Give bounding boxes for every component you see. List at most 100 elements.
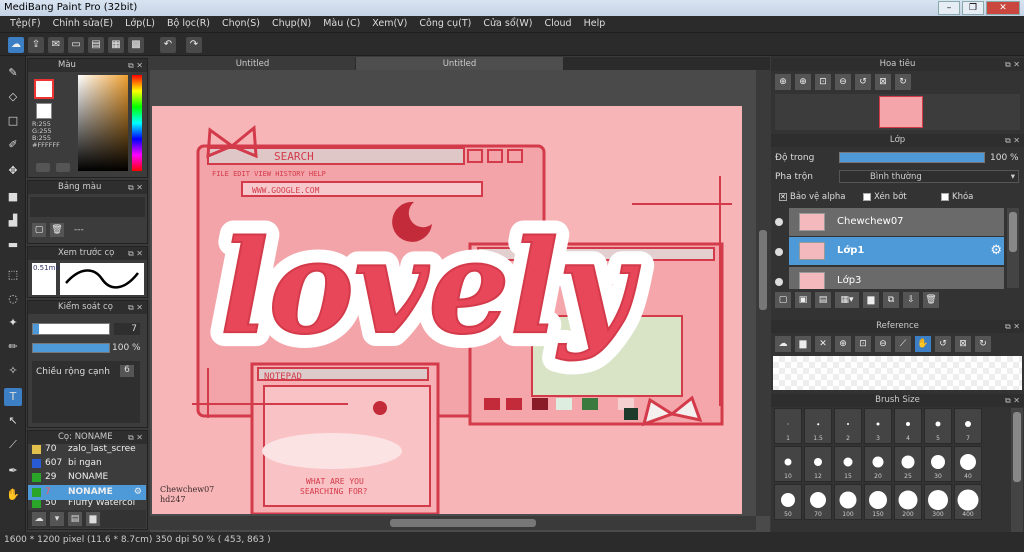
expand-icon[interactable]: ⧉ ✕ xyxy=(1005,394,1020,407)
menu-window[interactable]: Cửa sổ(W) xyxy=(477,16,538,32)
brush-size-value[interactable]: 7 xyxy=(114,323,140,335)
hue-slider[interactable] xyxy=(132,75,142,171)
protect-alpha-checkbox[interactable]: ✕ Bảo vệ alpha xyxy=(779,192,845,202)
brush-size-cell[interactable]: 70 xyxy=(804,484,832,520)
select-eraser-icon[interactable]: ✧ xyxy=(4,362,22,380)
fit-icon[interactable]: ⊡ xyxy=(855,336,871,352)
eye-icon[interactable] xyxy=(775,248,783,256)
folder-open-icon[interactable]: ▆ xyxy=(795,336,811,352)
clipping-checkbox[interactable]: Xén bớt xyxy=(863,192,907,202)
brush-size-cell[interactable]: 5 xyxy=(924,408,952,444)
gear-icon[interactable]: ⚙ xyxy=(990,243,1002,258)
zoom-icon[interactable]: ⊕ xyxy=(775,74,791,90)
brush-size-cell[interactable]: 200 xyxy=(894,484,922,520)
delete-palette-icon[interactable]: 🗑 xyxy=(50,223,64,237)
folder-icon[interactable]: ▆ xyxy=(86,512,100,526)
expand-icon[interactable]: ⧉ ✕ xyxy=(128,181,143,194)
foreground-swatch[interactable] xyxy=(34,79,54,99)
layer-row[interactable]: Lớp3 xyxy=(789,267,1004,289)
brush-size-cell[interactable]: 2 xyxy=(834,408,862,444)
pen-icon[interactable]: ✒ xyxy=(4,462,22,480)
select-pen-icon[interactable]: ✐ xyxy=(4,136,22,154)
zoom-out-icon[interactable]: ⊖ xyxy=(875,336,891,352)
brush-size-slider[interactable] xyxy=(32,323,110,335)
reset-icon[interactable]: ⊠ xyxy=(875,74,891,90)
background-swatch[interactable] xyxy=(36,103,52,119)
menu-select[interactable]: Chọn(S) xyxy=(216,16,266,32)
copy-brush-icon[interactable]: ▤ xyxy=(68,512,82,526)
delete-layer-icon[interactable]: 🗑 xyxy=(923,292,939,308)
brush-size-cell[interactable]: 40 xyxy=(954,446,982,482)
rotate-right-icon[interactable]: ↻ xyxy=(975,336,991,352)
menu-help[interactable]: Help xyxy=(578,16,612,32)
menu-file[interactable]: Tệp(F) xyxy=(4,16,47,32)
select-brush-icon[interactable]: ✏ xyxy=(4,338,22,356)
lasso-icon[interactable]: ◌ xyxy=(4,290,22,308)
brush-size-cell[interactable]: 150 xyxy=(864,484,892,520)
minimize-button[interactable]: – xyxy=(938,1,960,15)
layer-scrollbar[interactable] xyxy=(1007,208,1019,288)
brush-size-cell[interactable]: 3 xyxy=(864,408,892,444)
expand-icon[interactable]: ⧉ ✕ xyxy=(128,59,143,72)
rect-icon[interactable]: □ xyxy=(4,112,22,130)
menu-color[interactable]: Màu (C) xyxy=(317,16,366,32)
brush-size-cell[interactable]: 50 xyxy=(774,484,802,520)
move-icon[interactable]: ✥ xyxy=(4,162,22,180)
saturation-square[interactable] xyxy=(78,75,128,171)
brush-list-item[interactable]: 29 NONAME xyxy=(28,470,146,485)
tab-untitled-1[interactable]: Untitled xyxy=(150,57,355,71)
maximize-button[interactable]: ❐ xyxy=(962,1,984,15)
brush-size-cell[interactable]: 1.5 xyxy=(804,408,832,444)
text-icon[interactable]: T xyxy=(4,388,22,406)
eraser-icon[interactable]: ◇ xyxy=(4,88,22,106)
brush-size-cell[interactable]: 4 xyxy=(894,408,922,444)
brush-size-cell[interactable]: 12 xyxy=(804,446,832,482)
artwork-canvas[interactable]: SEARCH FILE EDIT VIEW HISTORY HELP WWW.G… xyxy=(152,106,742,514)
brush-icon[interactable]: ✎ xyxy=(4,64,22,82)
upload-icon[interactable]: ⇪ xyxy=(28,37,44,53)
eyedropper-icon[interactable]: ⟋ xyxy=(4,436,22,454)
expand-icon[interactable]: ⧉ ✕ xyxy=(1005,134,1020,147)
add-palette-icon[interactable]: ▢ xyxy=(32,223,46,237)
color-tool-icon[interactable] xyxy=(36,163,50,172)
close-button[interactable]: ✕ xyxy=(986,1,1020,15)
expand-icon[interactable]: ⧉ ✕ xyxy=(1005,58,1020,71)
expand-icon[interactable]: ⧉ ✕ xyxy=(1005,320,1020,333)
undo-icon[interactable]: ↶ xyxy=(160,37,176,53)
new-layer3-icon[interactable]: ▤ xyxy=(815,292,831,308)
zoom-out-icon[interactable]: ⊖ xyxy=(835,74,851,90)
menu-snap[interactable]: Chụp(N) xyxy=(266,16,317,32)
brush-size-cell[interactable]: 1 xyxy=(774,408,802,444)
navigator-preview[interactable] xyxy=(775,94,1020,130)
panel-icon[interactable]: ▦ xyxy=(108,37,124,53)
menu-filter[interactable]: Bộ lọc(R) xyxy=(161,16,216,32)
reference-canvas[interactable] xyxy=(773,356,1022,390)
color-tool2-icon[interactable] xyxy=(56,163,70,172)
reset-icon[interactable]: ⊠ xyxy=(955,336,971,352)
rotate-left-icon[interactable]: ↺ xyxy=(855,74,871,90)
expand-icon[interactable]: ⧉ ✕ xyxy=(128,247,143,260)
menu-layer[interactable]: Lớp(L) xyxy=(119,16,161,32)
cloud-icon[interactable]: ☁ xyxy=(775,336,791,352)
horizontal-scrollbar[interactable] xyxy=(150,516,756,530)
cloud-icon[interactable]: ☁ xyxy=(8,37,24,53)
brush-list-item[interactable]: 50 Fluffy Watercol xyxy=(28,500,146,508)
zoom-in-icon[interactable]: ⊕ xyxy=(795,74,811,90)
rotate-left-icon[interactable]: ↺ xyxy=(935,336,951,352)
brush-opacity-slider[interactable] xyxy=(32,343,110,353)
brush-size-scrollbar[interactable] xyxy=(1011,408,1023,532)
eyedropper-icon[interactable]: ⟋ xyxy=(895,336,911,352)
bucket-icon[interactable]: ▟ xyxy=(4,212,22,230)
select-rect-icon[interactable]: ⬚ xyxy=(4,266,22,284)
blend-mode-select[interactable]: Bình thường ▾ xyxy=(839,170,1019,183)
tab-untitled-2[interactable]: Untitled xyxy=(356,57,563,71)
hand-icon[interactable]: ✋ xyxy=(4,486,22,504)
page-icon[interactable]: ▤ xyxy=(88,37,104,53)
operation-icon[interactable]: ↖ xyxy=(4,412,22,430)
zoom-in-icon[interactable]: ⊕ xyxy=(835,336,851,352)
lock-checkbox[interactable]: Khóa xyxy=(941,192,973,202)
brush-list-item[interactable]: 607 bi ngan xyxy=(28,456,146,471)
fit-icon[interactable]: ⊡ xyxy=(815,74,831,90)
close-icon[interactable]: ✕ xyxy=(815,336,831,352)
brush-list-item-selected[interactable]: 7 NONAME ⚙ xyxy=(28,485,146,500)
